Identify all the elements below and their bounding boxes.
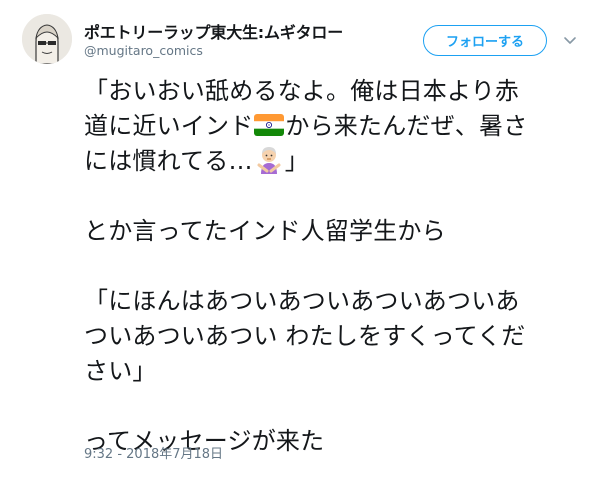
chevron-down-icon[interactable] [562, 32, 578, 48]
tweet-card: ポエトリーラップ東大生:ムギタロー @mugitaro_comics フォローす… [0, 0, 607, 486]
tweet-line: には慣れてる… 」 [84, 144, 584, 179]
tweet-paragraph: 「にほんはあついあついあついあついあ ついあついあつい わたしをすくってくだ さ… [84, 284, 584, 389]
tweet-line: 道に近いインド から来たんだぜ、暑さ [84, 109, 584, 144]
india-flag-icon [254, 114, 285, 136]
author-display-name[interactable]: ポエトリーラップ東大生:ムギタロー [84, 19, 343, 43]
tweet-text-segment: には慣れてる… [84, 147, 253, 175]
tweet-line: 「おいおい舐めるなよ。俺は日本より赤 [84, 77, 520, 105]
avatar[interactable] [22, 14, 72, 64]
tweet-line: さい」 [84, 357, 157, 385]
tweet-text-segment: から来たんだぜ、暑さ [285, 112, 528, 140]
tweet-text-segment: 道に近いインド [84, 112, 254, 140]
avatar-illustration [22, 14, 72, 64]
tweet-line: とか言ってたインド人留学生から [84, 217, 446, 245]
tweet-text: 「おいおい舐めるなよ。俺は日本より赤 道に近いインド から来たんだぜ、暑さ には慣… [84, 74, 584, 459]
tweet-line: 「にほんはあついあついあついあついあ [84, 287, 520, 315]
person-gesturing-no-icon [256, 144, 282, 174]
tweet-line: ついあついあつい わたしをすくってくだ [84, 322, 526, 350]
tweet-paragraph: 「おいおい舐めるなよ。俺は日本より赤 道に近いインド から来たんだぜ、暑さ には慣… [84, 74, 584, 179]
follow-button[interactable]: フォローする [423, 25, 547, 56]
tweet-paragraph: とか言ってたインド人留学生から [84, 214, 584, 249]
tweet-timestamp[interactable]: 9:32 - 2018年7月18日 [84, 443, 223, 462]
tweet-text-segment: 」 [284, 147, 309, 175]
author-handle[interactable]: @mugitaro_comics [84, 43, 203, 58]
